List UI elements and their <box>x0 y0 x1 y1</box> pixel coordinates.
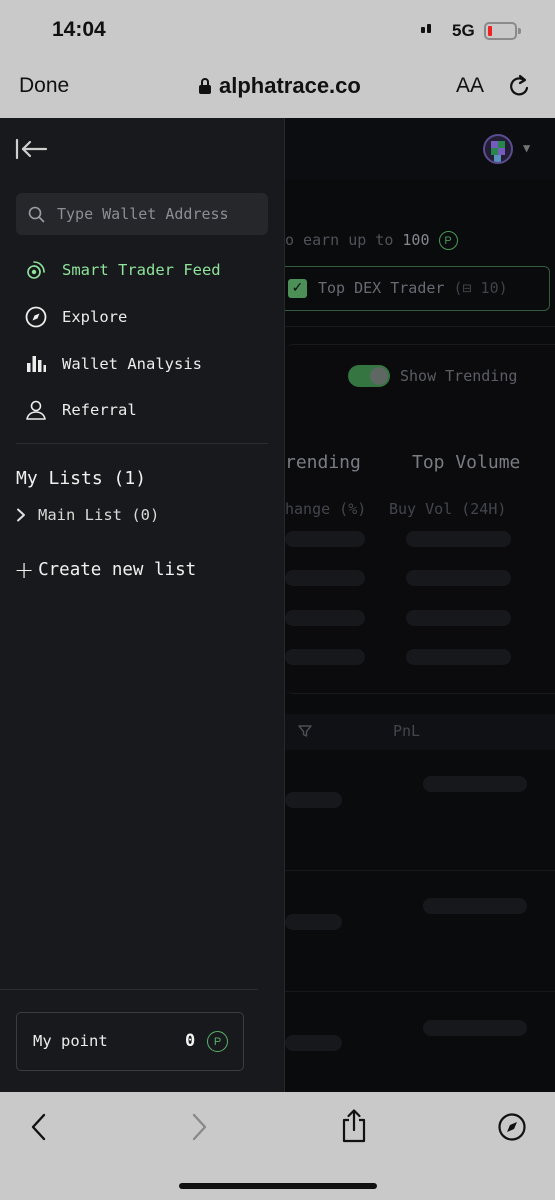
wallet-address-input[interactable] <box>57 205 257 223</box>
list-item-main[interactable]: Main List (0) <box>16 506 159 524</box>
status-time: 14:04 <box>52 18 106 41</box>
share-icon[interactable] <box>340 1108 368 1144</box>
nav-referral[interactable]: Referral <box>24 398 137 422</box>
collapse-sidebar-icon[interactable] <box>15 138 48 160</box>
forward-icon[interactable] <box>190 1112 208 1142</box>
address-bar[interactable]: alphatrace.co <box>198 73 361 99</box>
search-icon <box>28 206 45 222</box>
nav-label: Wallet Analysis <box>62 355 202 373</box>
user-icon <box>24 398 48 422</box>
my-point-card: My point 0 P <box>16 1012 244 1071</box>
home-indicator <box>179 1183 377 1189</box>
back-icon[interactable] <box>30 1112 48 1142</box>
nav-label: Explore <box>62 308 128 326</box>
lock-icon <box>199 78 211 94</box>
text-size-button[interactable]: AA <box>456 74 484 98</box>
network-label: 5G <box>452 21 475 40</box>
wallet-search[interactable] <box>16 193 268 235</box>
status-bar: 14:04 5G <box>0 0 555 60</box>
list-item-label: Main List (0) <box>38 506 160 524</box>
my-lists-title: My Lists (1) <box>16 468 147 489</box>
side-drawer: Smart Trader Feed Explore Wallet Analysi… <box>0 118 285 1092</box>
divider <box>0 989 258 990</box>
nav-explore[interactable]: Explore <box>24 305 127 329</box>
compass-icon <box>24 305 48 329</box>
plus-icon: + <box>14 556 35 584</box>
points-badge-icon: P <box>207 1031 228 1052</box>
signal-icon <box>421 24 431 33</box>
battery-icon <box>484 22 521 40</box>
nav-smart-trader-feed[interactable]: Smart Trader Feed <box>24 258 221 282</box>
done-button[interactable]: Done <box>19 74 69 98</box>
nav-wallet-analysis[interactable]: Wallet Analysis <box>24 352 202 376</box>
chevron-right-icon <box>17 508 25 522</box>
nav-label: Referral <box>62 401 137 419</box>
url-text: alphatrace.co <box>219 73 361 98</box>
create-new-list-button[interactable]: + Create new list <box>14 556 197 584</box>
safari-top-bar: Done alphatrace.co AA <box>0 60 555 118</box>
radar-icon <box>24 258 48 282</box>
my-point-label: My point <box>33 1032 108 1050</box>
reload-icon[interactable] <box>508 74 532 100</box>
divider <box>16 443 268 444</box>
my-point-value: 0 <box>185 1031 196 1051</box>
bar-chart-icon <box>24 352 48 376</box>
create-new-list-label: Create new list <box>38 560 197 580</box>
drawer-backdrop[interactable] <box>285 118 555 1092</box>
compass-icon[interactable] <box>497 1112 527 1142</box>
nav-label: Smart Trader Feed <box>62 261 221 279</box>
